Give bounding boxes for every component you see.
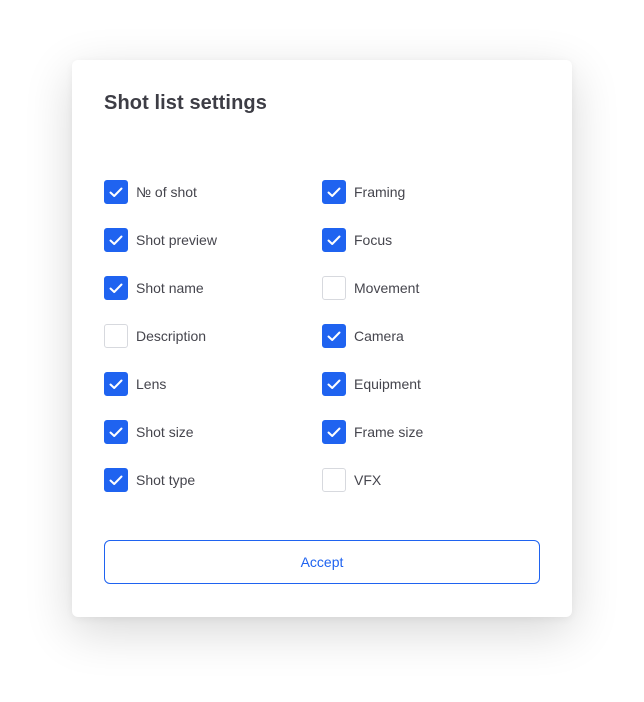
option-framing[interactable]: Framing — [322, 180, 423, 204]
checkmark-icon — [109, 187, 123, 197]
option-label: № of shot — [136, 184, 197, 200]
option-label: Equipment — [354, 376, 421, 392]
checkmark-icon — [327, 331, 341, 341]
checkbox-shot-size[interactable] — [104, 420, 128, 444]
checkbox-shot-type[interactable] — [104, 468, 128, 492]
checkmark-icon — [109, 283, 123, 293]
option-label: Camera — [354, 328, 404, 344]
option-label: Description — [136, 328, 207, 344]
checkbox-equipment[interactable] — [322, 372, 346, 396]
option-shot-preview[interactable]: Shot preview — [104, 228, 217, 252]
option-label: Movement — [354, 280, 420, 296]
option-description[interactable]: Description — [104, 324, 217, 348]
checkmark-icon — [109, 475, 123, 485]
option-label: Lens — [136, 376, 167, 392]
options-column-right: Framing Focus Movement Camera Equipment … — [322, 180, 423, 516]
shot-list-settings-dialog: Shot list settings № of shot Shot previe… — [72, 60, 572, 617]
checkbox-framing[interactable] — [322, 180, 346, 204]
checkbox-shot-preview[interactable] — [104, 228, 128, 252]
checkbox-lens[interactable] — [104, 372, 128, 396]
option-focus[interactable]: Focus — [322, 228, 423, 252]
checkbox-description[interactable] — [104, 324, 128, 348]
option-equipment[interactable]: Equipment — [322, 372, 423, 396]
checkmark-icon — [327, 187, 341, 197]
option-label: Shot preview — [136, 232, 217, 248]
option-lens[interactable]: Lens — [104, 372, 217, 396]
option-vfx[interactable]: VFX — [322, 468, 423, 492]
option-shot-number[interactable]: № of shot — [104, 180, 217, 204]
dialog-title: Shot list settings — [104, 92, 267, 114]
option-label: Shot name — [136, 280, 204, 296]
checkmark-icon — [109, 427, 123, 437]
option-shot-name[interactable]: Shot name — [104, 276, 217, 300]
checkbox-movement[interactable] — [322, 276, 346, 300]
checkbox-camera[interactable] — [322, 324, 346, 348]
checkbox-shot-number[interactable] — [104, 180, 128, 204]
options-column-left: № of shot Shot preview Shot name Descrip… — [104, 180, 217, 516]
option-frame-size[interactable]: Frame size — [322, 420, 423, 444]
option-label: Frame size — [354, 424, 424, 440]
option-movement[interactable]: Movement — [322, 276, 423, 300]
checkmark-icon — [109, 379, 123, 389]
checkbox-focus[interactable] — [322, 228, 346, 252]
option-shot-type[interactable]: Shot type — [104, 468, 217, 492]
accept-button[interactable]: Accept — [104, 540, 540, 584]
option-camera[interactable]: Camera — [322, 324, 423, 348]
option-label: VFX — [354, 472, 382, 488]
checkmark-icon — [327, 235, 341, 245]
option-shot-size[interactable]: Shot size — [104, 420, 217, 444]
checkmark-icon — [327, 427, 341, 437]
checkbox-vfx[interactable] — [322, 468, 346, 492]
option-label: Shot size — [136, 424, 194, 440]
option-label: Shot type — [136, 472, 196, 488]
checkbox-shot-name[interactable] — [104, 276, 128, 300]
checkmark-icon — [109, 235, 123, 245]
checkmark-icon — [327, 379, 341, 389]
checkbox-frame-size[interactable] — [322, 420, 346, 444]
option-label: Framing — [354, 184, 406, 200]
option-label: Focus — [354, 232, 393, 248]
